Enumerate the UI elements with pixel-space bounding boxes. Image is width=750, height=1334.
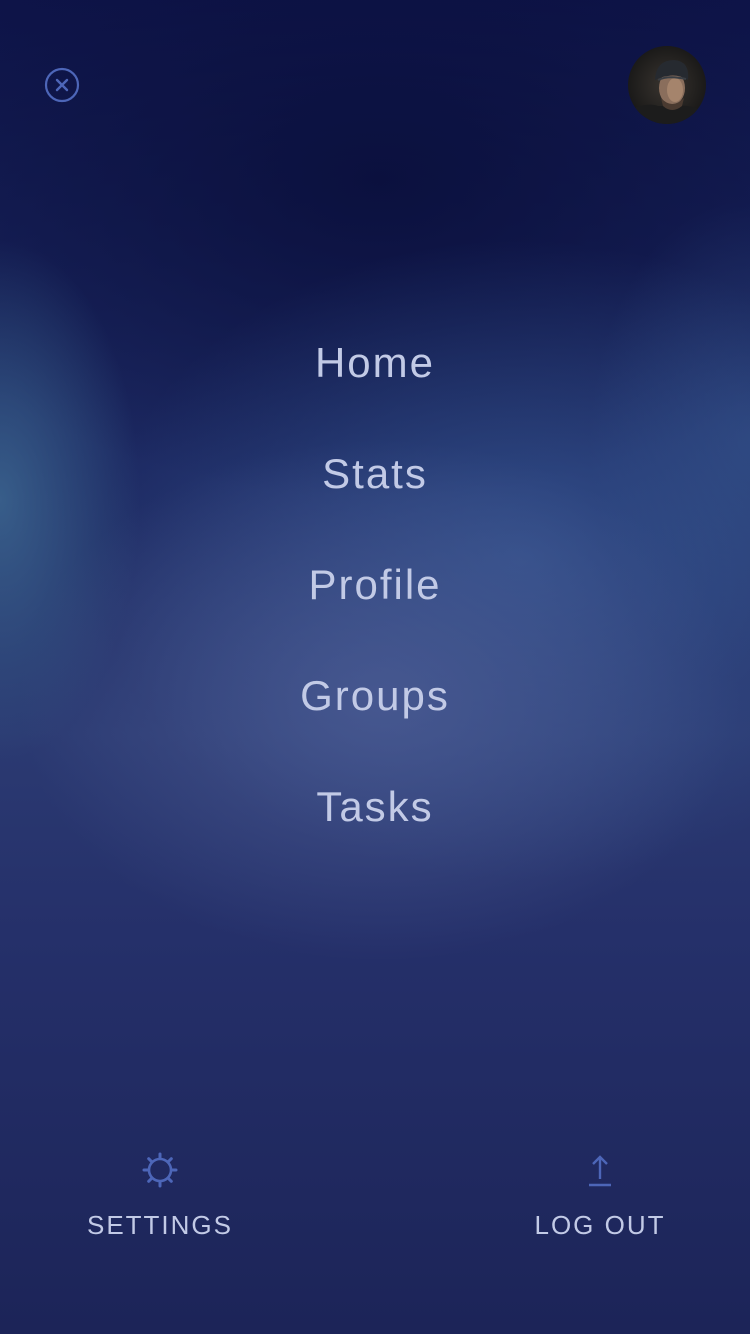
menu-item-tasks[interactable]: Tasks [0,774,750,885]
close-circle-icon [44,67,80,103]
gear-icon [140,1150,180,1190]
upload-arrow-icon [580,1150,620,1190]
menu-item-profile[interactable]: Profile [0,552,750,663]
main-menu: Home Stats Profile Groups Tasks [0,330,750,885]
settings-label: SETTINGS [86,1210,233,1240]
menu-item-home[interactable]: Home [0,330,750,441]
close-button[interactable] [44,67,80,103]
menu-item-groups[interactable]: Groups [0,663,750,774]
logout-label: LOG OUT [534,1210,666,1240]
user-avatar-image [628,46,706,124]
settings-button[interactable]: SETTINGS [40,1150,280,1241]
menu-item-stats[interactable]: Stats [0,441,750,552]
avatar[interactable] [628,46,706,124]
logout-button[interactable]: LOG OUT [480,1150,720,1241]
